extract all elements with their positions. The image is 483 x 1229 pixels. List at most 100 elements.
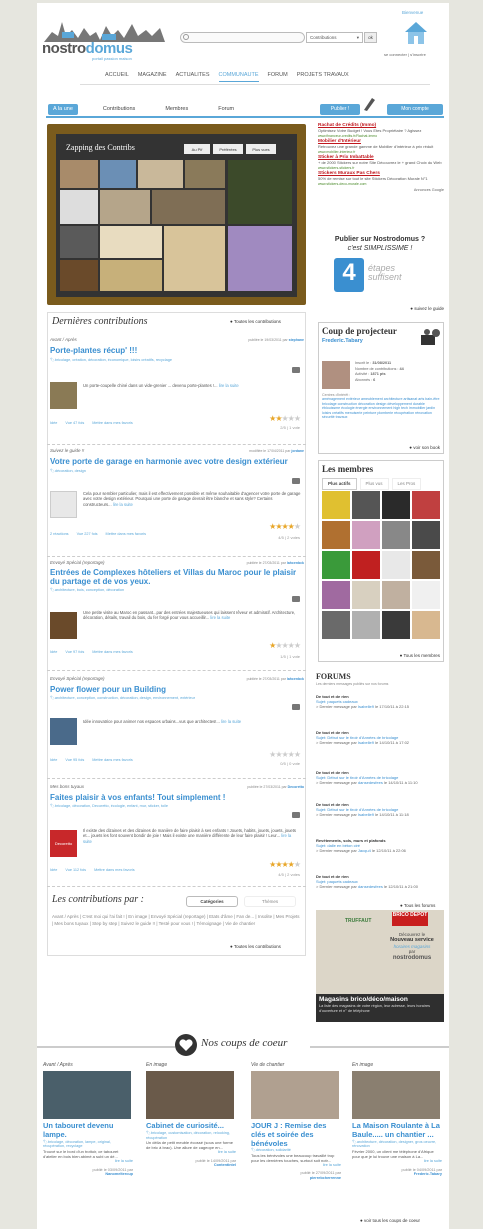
- rating-stars[interactable]: ★★★★★: [269, 641, 301, 651]
- card-image[interactable]: [43, 1071, 131, 1120]
- avatar[interactable]: [352, 491, 380, 519]
- zapping-tile[interactable]: [100, 226, 162, 258]
- avatar[interactable]: [382, 581, 410, 609]
- contribution-title[interactable]: Entrées de Complexes hôteliers et Villas…: [50, 568, 300, 587]
- add-favorite-link[interactable]: Mettre dans mes favoris: [106, 532, 147, 537]
- zapping-tile[interactable]: [228, 160, 292, 224]
- forum-item[interactable]: De tout et de rien Sujet: paquets cadeaux…: [316, 874, 444, 890]
- contribution-item[interactable]: Envoyé Spécial (reportage) publiée le 27…: [50, 558, 304, 668]
- tab-contributions[interactable]: Contributions: [98, 104, 140, 115]
- coup-de-coeur-card[interactable]: En image Cabinet de curiosité... 🏷bricol…: [146, 1062, 236, 1168]
- login-links[interactable]: se connecter | s'inscrire: [384, 52, 426, 57]
- contribution-thumbnail[interactable]: [50, 612, 77, 639]
- zapping-tab-au-pif[interactable]: Au Pif: [184, 144, 210, 154]
- nav-magazine[interactable]: MAGAZINE: [138, 70, 167, 82]
- forum-item[interactable]: De tout et de rien Sujet: paquets cadeaux…: [316, 694, 444, 710]
- promo-guide-link[interactable]: ● suivez le guide: [410, 306, 444, 312]
- contribution-thumbnail[interactable]: [50, 718, 77, 745]
- contribution-category[interactable]: Envoyé Spécial (reportage): [50, 676, 105, 682]
- contribution-title[interactable]: Porte-plantes récup' !!!: [50, 346, 300, 356]
- contribution-thumbnail[interactable]: [50, 491, 77, 518]
- forum-item[interactable]: De tout et de rien Sujet: Début sur le ti…: [316, 730, 444, 746]
- ad-item[interactable]: Sticker à Prix Imbattable + de 2000 Stick…: [318, 155, 444, 170]
- contribution-item[interactable]: Suivez le guide !! modifiée le 17/04/201…: [50, 446, 304, 556]
- reactions-link[interactable]: 2 réactions: [50, 532, 69, 537]
- zapping-tile[interactable]: [60, 160, 98, 188]
- add-favorite-link[interactable]: Mettre dans mes favoris: [94, 868, 135, 873]
- zapping-tile[interactable]: [164, 226, 225, 291]
- star-empty-icon[interactable]: ★: [294, 860, 301, 869]
- ad-item[interactable]: Rachat de Crédits (Immo) Optimisez Votre …: [318, 123, 444, 138]
- tab-forum[interactable]: Forum: [213, 104, 239, 115]
- zapping-tile[interactable]: [185, 160, 225, 188]
- star-empty-icon[interactable]: ★: [294, 522, 301, 531]
- zapping-tile[interactable]: [100, 260, 162, 291]
- coup-de-coeur-card[interactable]: Avant / Après Un tabouret devenu lampe. …: [43, 1062, 133, 1177]
- tab-themes[interactable]: Thèmes: [244, 896, 296, 907]
- idea-badge[interactable]: Idée: [50, 758, 57, 763]
- tab-a-la-une[interactable]: A la une: [48, 104, 78, 115]
- forum-item[interactable]: Revêtements, sols, murs et plafonds Sujet…: [316, 838, 444, 854]
- contribution-category[interactable]: Suivez le guide !!: [50, 448, 84, 454]
- publish-button[interactable]: Publier !: [320, 104, 360, 115]
- ad-item[interactable]: Mobilier d'Intérieur Retrouvez une grande…: [318, 139, 444, 154]
- rating-stars[interactable]: ★★★★★: [269, 522, 301, 532]
- zapping-tile[interactable]: [152, 190, 225, 224]
- contribution-category[interactable]: Mes bons tuyaux: [50, 784, 84, 790]
- avatar[interactable]: [322, 551, 350, 579]
- avatar[interactable]: [412, 581, 440, 609]
- avatar[interactable]: [412, 491, 440, 519]
- contribution-item[interactable]: Mes bons tuyaux publiée le 27/03/2011 pa…: [50, 782, 304, 882]
- contribution-title[interactable]: Power flower pour un Building: [50, 685, 300, 695]
- idea-badge[interactable]: Idée: [50, 868, 57, 873]
- tab-plus-actifs[interactable]: Plus actifs: [322, 478, 357, 490]
- avatar[interactable]: [412, 521, 440, 549]
- contribution-item[interactable]: Avant / Après publiée le 19/03/2011 par …: [50, 335, 304, 439]
- search-input[interactable]: [180, 32, 305, 43]
- avatar[interactable]: [352, 551, 380, 579]
- tab-categories[interactable]: Catégories: [186, 896, 238, 907]
- zapping-tab-preferees[interactable]: Préférées: [213, 144, 243, 154]
- avatar[interactable]: [382, 551, 410, 579]
- spotlight-book-link[interactable]: ● voir son book: [409, 445, 440, 451]
- card-image[interactable]: [352, 1071, 440, 1120]
- star-empty-icon[interactable]: ★: [294, 641, 301, 650]
- contribution-title[interactable]: Faites plaisir à vos enfants! Tout simpl…: [50, 793, 300, 803]
- zapping-tab-plus-vues[interactable]: Plus vues: [246, 144, 276, 154]
- zapping-tile[interactable]: [100, 160, 136, 188]
- coup-de-coeur-card[interactable]: Vie de chantier JOUR J : Remise des clés…: [251, 1062, 341, 1181]
- zapping-tile[interactable]: [60, 226, 98, 258]
- contribution-title[interactable]: Votre porte de garage en harmonie avec v…: [50, 457, 300, 467]
- nav-accueil[interactable]: ACCUEIL: [105, 70, 129, 82]
- search-ok-button[interactable]: ok: [364, 32, 377, 43]
- card-image[interactable]: [251, 1071, 339, 1120]
- avatar[interactable]: [322, 521, 350, 549]
- avatar[interactable]: [352, 581, 380, 609]
- add-favorite-link[interactable]: Mettre dans mes favoris: [92, 650, 133, 655]
- all-members-link[interactable]: ● Tous les membres: [400, 653, 440, 659]
- zapping-tile[interactable]: [60, 260, 98, 291]
- tab-membres[interactable]: Membres: [160, 104, 193, 115]
- forum-item[interactable]: De tout et de rien Sujet: Début sur le ti…: [316, 770, 444, 786]
- nav-forum[interactable]: FORUM: [268, 70, 288, 82]
- idea-badge[interactable]: Idée: [50, 421, 57, 426]
- zapping-tile[interactable]: [100, 190, 150, 224]
- avatar[interactable]: [322, 611, 350, 639]
- forum-item[interactable]: De tout et de rien Sujet: Début sur le ti…: [316, 802, 444, 818]
- avatar[interactable]: [352, 521, 380, 549]
- contribution-item[interactable]: Envoyé Spécial (reportage) publiée le 27…: [50, 674, 304, 774]
- ad-item[interactable]: Stickers Muraux Pas Chers 50% de remise s…: [318, 171, 444, 186]
- card-image[interactable]: [146, 1071, 234, 1120]
- my-account-button[interactable]: Mon compte: [387, 104, 443, 115]
- avatar[interactable]: [382, 521, 410, 549]
- add-favorite-link[interactable]: Mettre dans mes favoris: [92, 758, 133, 763]
- all-coups-link[interactable]: ● voir tous les coups de coeur: [360, 1218, 420, 1224]
- nav-communaute[interactable]: COMMUNAUTE: [218, 70, 259, 82]
- rating-stars[interactable]: ★★★★★: [269, 750, 301, 760]
- nav-actualites[interactable]: ACTUALITES: [176, 70, 210, 82]
- zapping-tile[interactable]: [138, 160, 183, 188]
- star-empty-icon[interactable]: ★: [294, 414, 301, 423]
- category-links[interactable]: Avant / Après | C'est moi qui l'ai fait …: [52, 914, 300, 927]
- search-scope-select[interactable]: Contributions ▾: [306, 32, 363, 43]
- star-empty-icon[interactable]: ★: [294, 750, 301, 759]
